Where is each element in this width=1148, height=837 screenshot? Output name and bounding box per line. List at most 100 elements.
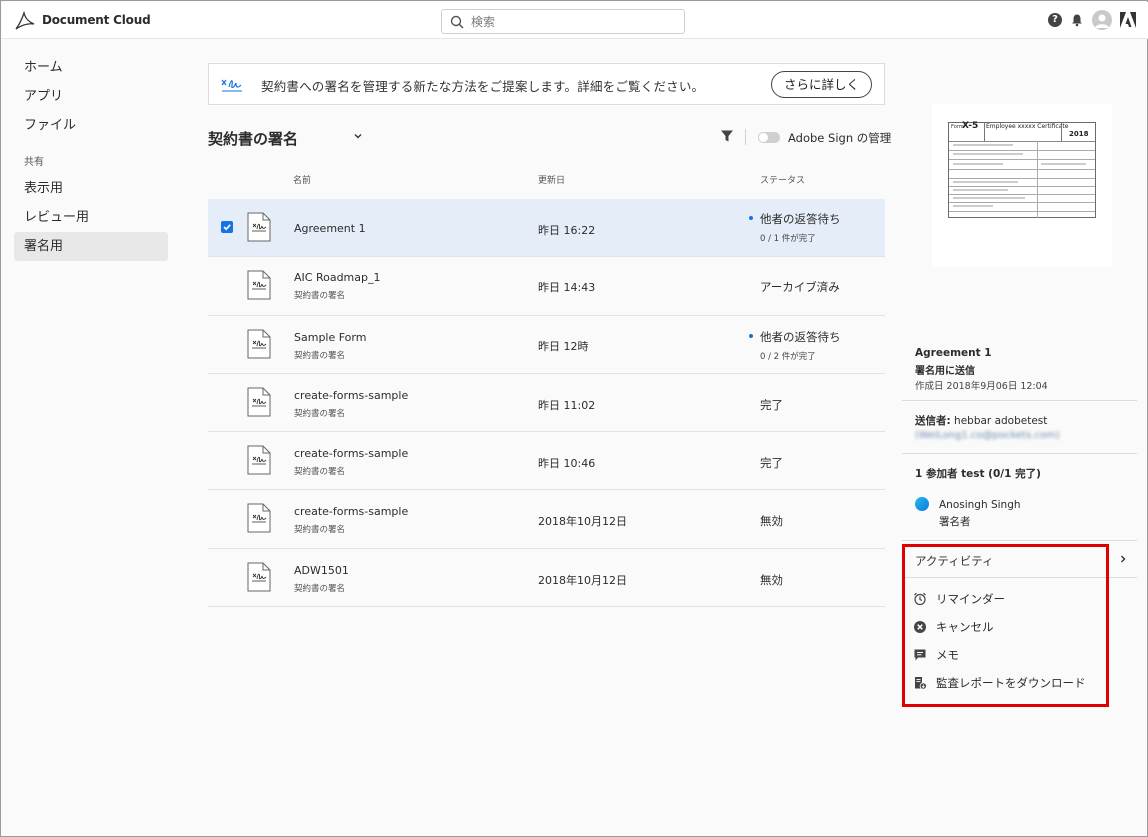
sender-name: hebbar adobetest — [954, 415, 1048, 427]
row-status: 他者の返答待ち — [760, 329, 841, 344]
adobe-logo-icon[interactable] — [1120, 12, 1136, 28]
sidebar-item-home[interactable]: ホーム — [14, 53, 168, 82]
user-icon — [1095, 14, 1109, 28]
row-date: 昨日 16:22 — [538, 224, 596, 237]
row-subtitle: 契約書の署名 — [294, 525, 346, 536]
agreement-document-icon — [247, 562, 271, 592]
agreement-document-icon — [247, 329, 271, 359]
agreement-document-icon — [247, 445, 271, 475]
check-icon — [223, 224, 231, 231]
detail-sent-for: 署名用に送信 — [915, 366, 975, 377]
chevron-right-icon[interactable] — [1118, 554, 1128, 564]
highlight-box — [902, 544, 1109, 707]
learn-more-button[interactable]: さらに詳しく — [770, 71, 872, 98]
top-bar: Document Cloud ? — [2, 2, 1148, 39]
row-status: 完了 — [760, 456, 783, 471]
form-thumbnail: Form X-5 Employee xxxxx Certificate 2018 — [948, 121, 1096, 218]
row-date: 昨日 11:02 — [538, 398, 596, 412]
detail-title: Agreement 1 — [915, 347, 992, 359]
row-checkbox[interactable] — [221, 221, 233, 233]
filter-icon[interactable] — [720, 129, 734, 143]
acrobat-logo-icon[interactable] — [14, 11, 36, 31]
user-avatar[interactable] — [1092, 10, 1112, 30]
divider — [902, 400, 1137, 401]
participant-name: Anosingh Singh — [939, 499, 1021, 511]
row-subtitle: 契約書の署名 — [294, 408, 346, 419]
sidebar-item-review[interactable]: レビュー用 — [14, 203, 168, 232]
row-date: 昨日 10:46 — [538, 457, 596, 471]
row-date: 2018年10月12日 — [538, 515, 627, 529]
row-status: アーカイブ済み — [760, 280, 840, 295]
row-subtitle: 契約書の署名 — [294, 350, 346, 361]
sidebar-item-view[interactable]: 表示用 — [14, 174, 168, 203]
agreement-document-icon — [247, 387, 271, 417]
row-name[interactable]: AIC Roadmap_1 — [294, 271, 381, 284]
row-date: 昨日 12時 — [538, 339, 589, 353]
row-status-progress: 0 / 2 件が完了 — [760, 351, 816, 362]
table-row[interactable]: AIC Roadmap_1 契約書の署名 昨日 14:43 アーカイブ済み — [208, 257, 885, 316]
row-status-progress: 0 / 1 件が完了 — [760, 234, 816, 244]
bell-icon[interactable] — [1070, 13, 1084, 27]
divider — [902, 540, 1137, 541]
column-header-status[interactable]: ステータス — [760, 173, 805, 186]
sender-label: 送信者: — [915, 415, 951, 427]
agreement-document-icon — [247, 503, 271, 533]
app-window: Document Cloud ? — [0, 0, 1148, 837]
form-year: 2018 — [1069, 130, 1089, 138]
row-name[interactable]: Sample Form — [294, 331, 366, 344]
table-row[interactable]: create-forms-sample 契約書の署名 昨日 10:46 完了 — [208, 432, 885, 491]
participants-count: 1 参加者 test (0/1 完了) — [915, 468, 1041, 480]
row-status: 完了 — [760, 397, 783, 412]
sidebar-item-sign[interactable]: 署名用 — [14, 232, 168, 261]
participant-role: 署名者 — [939, 516, 971, 528]
table-row[interactable]: ADW1501 契約書の署名 2018年10月12日 無効 — [208, 549, 885, 608]
table-row[interactable]: create-forms-sample 契約書の署名 昨日 11:02 完了 — [208, 374, 885, 433]
row-name[interactable]: create-forms-sample — [294, 389, 408, 402]
table-row[interactable]: Agreement 1 昨日 16:22 他者の返答待ち 0 / 1 件が完了 — [208, 199, 885, 258]
promo-banner: 契約書への署名を管理する新たな方法をご提案します。詳細をご覧ください。 さらに詳… — [208, 63, 885, 105]
row-name[interactable]: Agreement 1 — [294, 222, 366, 235]
status-dot — [749, 216, 753, 220]
sender: 送信者: hebbar adobetest — [915, 413, 1047, 428]
app-title[interactable]: Document Cloud — [42, 13, 151, 27]
row-name[interactable]: ADW1501 — [294, 564, 349, 577]
adobe-sign-toggle[interactable] — [758, 132, 780, 143]
row-status: 無効 — [760, 572, 783, 587]
list-title[interactable]: 契約書の署名 — [208, 128, 298, 149]
sidebar-item-files[interactable]: ファイル — [14, 111, 168, 140]
participant-avatar — [915, 497, 929, 511]
sidebar-section-shared: 共有 — [24, 157, 44, 168]
detail-created: 作成日 2018年9月06日 12:04 — [915, 381, 1048, 392]
column-header-name[interactable]: 名前 — [293, 173, 311, 186]
help-icon[interactable]: ? — [1048, 13, 1062, 27]
column-header-updated[interactable]: 更新日 — [538, 173, 565, 186]
table-row[interactable]: create-forms-sample 契約書の署名 2018年10月12日 無… — [208, 490, 885, 549]
sender-email: (WeiLong1.co@pockets.com) — [915, 430, 1060, 441]
form-title: Employee xxxxx Certificate — [986, 123, 1069, 130]
row-subtitle: 契約書の署名 — [294, 583, 346, 594]
agreement-list: Agreement 1 昨日 16:22 他者の返答待ち 0 / 1 件が完了 … — [208, 199, 885, 608]
adobe-sign-toggle-label: Adobe Sign の管理 — [788, 131, 892, 145]
search-input[interactable] — [471, 13, 671, 31]
row-date: 2018年10月12日 — [538, 573, 627, 587]
search-box[interactable] — [441, 9, 685, 34]
chevron-down-icon[interactable] — [353, 131, 363, 141]
status-dot — [749, 333, 753, 338]
sender-email-text: (WeiLong1.co@pockets.com) — [915, 430, 1060, 441]
row-name[interactable]: create-forms-sample — [294, 447, 408, 460]
divider — [902, 453, 1137, 454]
agreement-document-icon — [247, 212, 271, 242]
row-status: 他者の返答待ち — [760, 212, 841, 226]
signature-icon — [221, 79, 242, 92]
row-subtitle: 契約書の署名 — [294, 467, 346, 478]
row-status: 無効 — [760, 514, 783, 529]
sidebar-item-apps[interactable]: アプリ — [14, 82, 168, 111]
table-row[interactable]: Sample Form 契約書の署名 昨日 12時 他者の返答待ち 0 / 2 … — [208, 316, 885, 374]
row-subtitle: 契約書の署名 — [294, 291, 346, 302]
agreement-document-icon — [247, 270, 271, 300]
document-preview[interactable]: Form X-5 Employee xxxxx Certificate 2018 — [932, 104, 1112, 267]
sidebar: ホーム アプリ ファイル 共有 表示用 レビュー用 署名用 — [14, 53, 168, 261]
search-icon — [450, 15, 464, 29]
row-name[interactable]: create-forms-sample — [294, 505, 408, 518]
toolbar-divider — [745, 129, 746, 145]
